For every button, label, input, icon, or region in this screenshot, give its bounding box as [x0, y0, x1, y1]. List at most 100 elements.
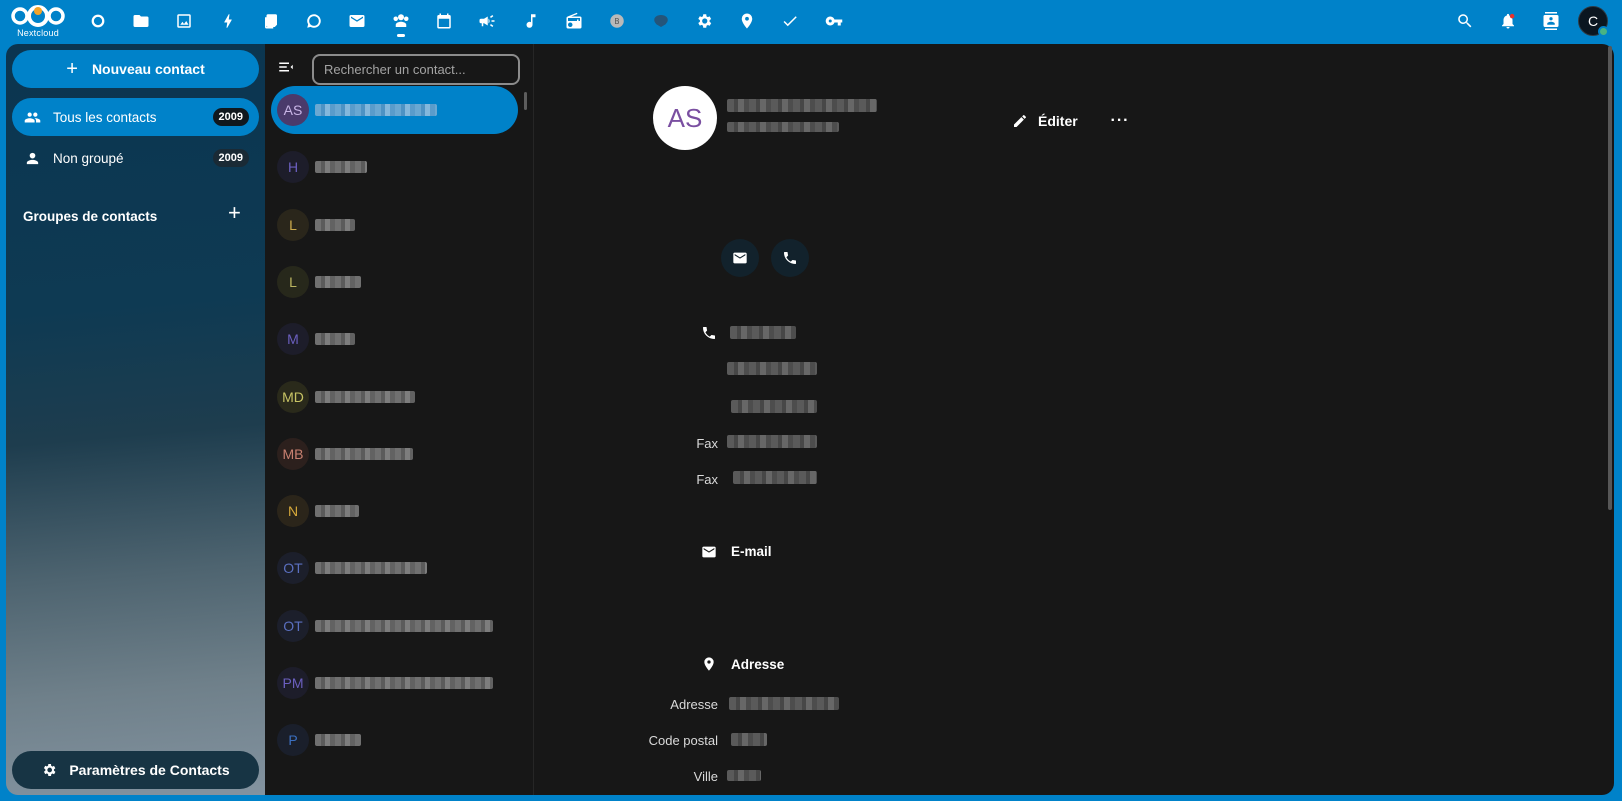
new-contact-label: Nouveau contact: [91, 61, 205, 77]
forms-icon: [653, 15, 668, 27]
fax-value-redacted[interactable]: [727, 435, 817, 448]
quick-email-button[interactable]: [721, 239, 759, 277]
contact-list-item[interactable]: AS: [271, 86, 518, 134]
phone-value-redacted[interactable]: [727, 362, 817, 375]
mail-icon: [349, 15, 365, 27]
contact-list-item[interactable]: MB: [271, 430, 518, 478]
phone-value-redacted[interactable]: [731, 400, 817, 413]
radio-icon: [566, 12, 582, 29]
contact-name-redacted: [315, 619, 493, 632]
app-menu-calendar[interactable]: [422, 0, 465, 42]
files-icon: [133, 15, 149, 27]
address-section-title: Adresse: [731, 657, 785, 672]
svg-text:B: B: [615, 17, 620, 26]
header-right: C: [1443, 0, 1622, 42]
app-menu-passwords[interactable]: [812, 0, 855, 42]
nextcloud-logo-icon: [11, 4, 65, 27]
more-actions-button[interactable]: ···: [1108, 104, 1132, 138]
user-avatar[interactable]: C: [1578, 6, 1609, 37]
nav-ungrouped[interactable]: Non groupé 2009: [12, 139, 259, 177]
notifications-button[interactable]: [1486, 0, 1529, 42]
contact-org-redacted: [727, 122, 839, 132]
app-menu-tasks[interactable]: [769, 0, 812, 42]
group-icon: [24, 112, 41, 122]
address-value-redacted[interactable]: [729, 697, 839, 710]
fax-label: Fax: [696, 472, 718, 487]
contact-avatar: N: [277, 495, 309, 528]
edit-label: Éditer: [1038, 113, 1078, 129]
passwords-icon: [825, 16, 842, 26]
contact-list-item[interactable]: OT: [271, 602, 518, 650]
contact-name-redacted: [727, 99, 877, 112]
contact-name-redacted: [315, 333, 355, 346]
phone-icon: [784, 252, 796, 264]
contact-name-redacted: [315, 275, 361, 288]
fax-value-redacted[interactable]: [733, 471, 817, 484]
search-contact-input[interactable]: [312, 54, 520, 85]
app-menu-deck[interactable]: [249, 0, 292, 42]
contacts-settings-button[interactable]: Paramètres de Contacts: [12, 751, 259, 789]
app-menu-talk[interactable]: [292, 0, 335, 42]
ungrouped-label: Non groupé: [53, 150, 124, 166]
app-menu-maps[interactable]: [725, 0, 768, 42]
contact-list-item[interactable]: PM: [271, 659, 518, 707]
person-icon: [26, 152, 39, 164]
app-menu-bookmarks[interactable]: B: [596, 0, 639, 42]
app-menu-announcements[interactable]: [466, 0, 509, 42]
app-menu-settings[interactable]: [682, 0, 725, 42]
maps-icon: [741, 13, 753, 29]
app-menu-mail[interactable]: [336, 0, 379, 42]
calendar-icon: [437, 13, 451, 29]
app-menu-music[interactable]: [509, 0, 552, 42]
nav-all-contacts[interactable]: Tous les contacts 2009: [12, 98, 259, 136]
address-section-icon: [701, 656, 717, 672]
app-menu-files[interactable]: [119, 0, 162, 42]
user-initial: C: [1587, 13, 1599, 29]
app-menu-radio[interactable]: [552, 0, 595, 42]
postal-code-value-redacted[interactable]: [731, 733, 767, 746]
map-marker-icon: [704, 657, 714, 671]
plus-icon: +: [66, 58, 78, 80]
address-label: Adresse: [670, 697, 718, 712]
app-menu-photos[interactable]: [163, 0, 206, 42]
phone-value-redacted[interactable]: [730, 326, 796, 339]
contact-list-item[interactable]: L: [271, 201, 518, 249]
add-group-button[interactable]: +: [228, 202, 241, 224]
contact-name-redacted: [315, 734, 361, 747]
city-value-redacted[interactable]: [727, 770, 761, 781]
contact-avatar[interactable]: AS: [653, 86, 717, 150]
logo-text: Nextcloud: [17, 27, 59, 38]
contact-avatar: OT: [277, 609, 309, 642]
unified-search-button[interactable]: [1443, 0, 1486, 42]
app-menu-activity[interactable]: [206, 0, 249, 42]
contact-avatar: H: [277, 151, 309, 184]
contact-list-item[interactable]: H: [271, 143, 518, 191]
contact-name-redacted: [315, 447, 413, 460]
nextcloud-logo[interactable]: Nextcloud: [0, 0, 76, 42]
contact-list-item[interactable]: N: [271, 487, 518, 535]
app-menu-dashboard[interactable]: [76, 0, 119, 42]
contacts-menu-button[interactable]: [1529, 0, 1572, 42]
contact-list-item[interactable]: L: [271, 258, 518, 306]
details-scrollbar[interactable]: [1608, 46, 1612, 510]
list-scrollbar[interactable]: [524, 92, 527, 110]
contact-list-item[interactable]: P: [271, 716, 518, 764]
pencil-icon: [1014, 115, 1026, 127]
edit-contact-button[interactable]: Éditer: [1012, 104, 1078, 138]
tasks-icon: [783, 16, 798, 27]
app-navigation: + Nouveau contact Tous les contacts 2009…: [6, 44, 265, 795]
contacts-settings-label: Paramètres de Contacts: [69, 762, 230, 778]
contact-list-item[interactable]: M: [271, 315, 518, 363]
contact-list-item[interactable]: MD: [271, 373, 518, 421]
postal-code-label: Code postal: [648, 733, 718, 748]
contact-list-item[interactable]: OT: [271, 544, 518, 592]
deck-icon: [264, 14, 277, 29]
contact-groups-title: Groupes de contacts: [23, 209, 158, 224]
quick-call-button[interactable]: [771, 239, 809, 277]
app-menu-forms[interactable]: [639, 0, 682, 42]
toggle-navigation-button[interactable]: [277, 58, 297, 78]
contact-name-redacted: [315, 218, 355, 231]
new-contact-button[interactable]: + Nouveau contact: [12, 50, 259, 88]
app-menu-contacts[interactable]: [379, 0, 422, 42]
contact-name-redacted: [315, 390, 415, 403]
